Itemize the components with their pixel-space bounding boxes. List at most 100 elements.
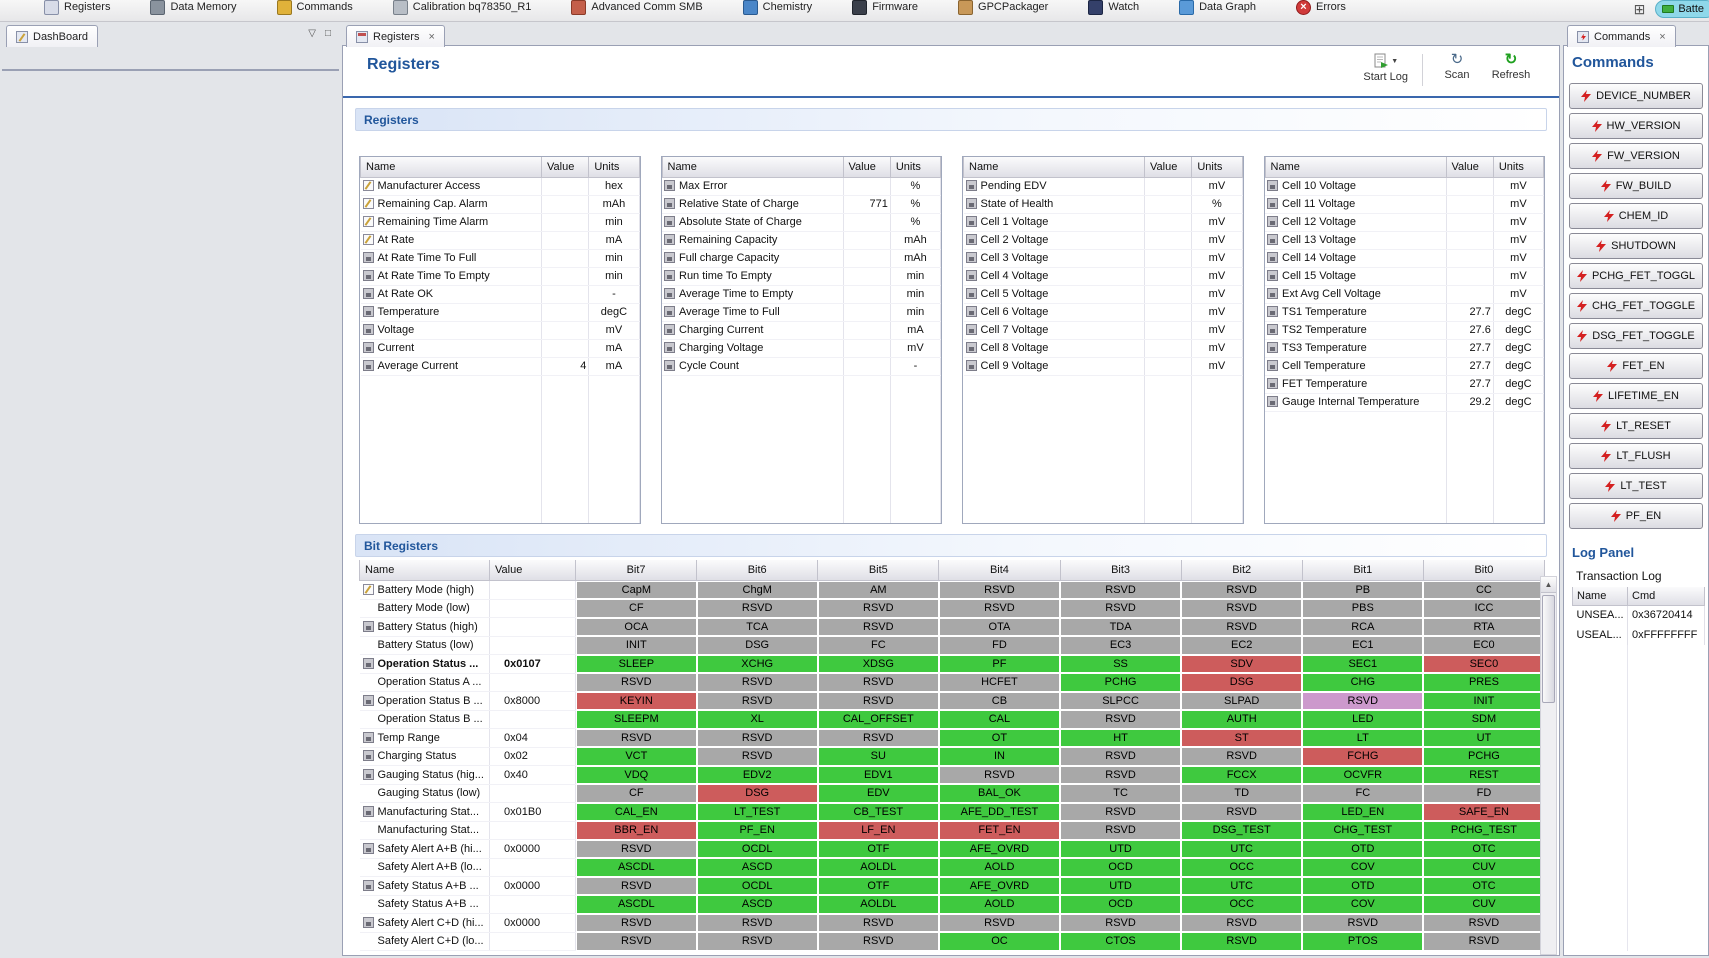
bit-cell-green[interactable]: REST: [1423, 766, 1544, 785]
register-row[interactable]: TS2 Temperature 27.6 degC: [1265, 321, 1545, 340]
bit-cell-gray[interactable]: CapM: [576, 580, 697, 599]
bit-cell-gray[interactable]: PBS: [1302, 599, 1423, 618]
bit-cell-green[interactable]: COV: [1302, 858, 1423, 877]
register-row[interactable]: Cell 2 Voltage mV: [963, 231, 1243, 250]
register-row[interactable]: Remaining Cap. Alarm mAh: [360, 195, 640, 214]
bit-cell-green[interactable]: OCDL: [697, 840, 818, 859]
bit-cell-gray[interactable]: RSVD: [939, 599, 1060, 618]
bit-cell-gray[interactable]: RSVD: [576, 932, 697, 951]
bit-cell-green[interactable]: EDV2: [697, 766, 818, 785]
close-tab-icon[interactable]: ×: [428, 31, 434, 43]
bit-cell-green[interactable]: PF_EN: [697, 821, 818, 840]
command-button-shutdown[interactable]: SHUTDOWN: [1569, 233, 1703, 259]
bit-cell-green[interactable]: OTC: [1423, 877, 1544, 896]
bit-cell-purple[interactable]: RSVD: [1302, 692, 1423, 711]
register-row[interactable]: Manufacturer Access hex: [360, 177, 640, 196]
bit-cell-green[interactable]: IN: [939, 747, 1060, 766]
toolbar-item[interactable]: Data Graph: [1179, 0, 1256, 21]
bit-cell-green[interactable]: SEC1: [1302, 655, 1423, 674]
bit-cell-green[interactable]: UTC: [1181, 840, 1302, 859]
bit-cell-gray[interactable]: RTA: [1423, 618, 1544, 637]
bit-cell-gray[interactable]: RSVD: [576, 914, 697, 933]
bit-cell-gray[interactable]: RSVD: [818, 914, 939, 933]
bit-cell-green[interactable]: INIT: [1423, 692, 1544, 711]
bit-cell-green[interactable]: DSG_TEST: [1181, 821, 1302, 840]
bit-cell-green[interactable]: PRES: [1423, 673, 1544, 692]
bit-cell-green[interactable]: OCVFR: [1302, 766, 1423, 785]
register-row[interactable]: State of Health %: [963, 195, 1243, 214]
register-row[interactable]: Relative State of Charge 771 %: [662, 195, 942, 214]
register-row[interactable]: TS3 Temperature 27.7 degC: [1265, 339, 1545, 358]
bit-cell-gray[interactable]: RSVD: [697, 747, 818, 766]
bit-cell-red[interactable]: DSG: [697, 784, 818, 803]
bit-cell-gray[interactable]: RSVD: [697, 599, 818, 618]
bit-cell-gray[interactable]: EC2: [1181, 636, 1302, 655]
bit-cell-gray[interactable]: RSVD: [1302, 914, 1423, 933]
bit-cell-green[interactable]: OTD: [1302, 840, 1423, 859]
close-tab-icon[interactable]: ×: [1659, 31, 1665, 43]
bit-cell-gray[interactable]: RSVD: [1060, 747, 1181, 766]
bit-cell-red[interactable]: KEYIN: [576, 692, 697, 711]
bit-cell-gray[interactable]: EC3: [1060, 636, 1181, 655]
bit-cell-green[interactable]: OC: [939, 932, 1060, 951]
bit-cell-gray[interactable]: RSVD: [818, 692, 939, 711]
bit-cell-green[interactable]: SLEEP: [576, 655, 697, 674]
bit-cell-red[interactable]: SDV: [1181, 655, 1302, 674]
bit-cell-green[interactable]: OCD: [1060, 858, 1181, 877]
register-row[interactable]: Cell 15 Voltage mV: [1265, 267, 1545, 286]
register-row[interactable]: Cell 3 Voltage mV: [963, 249, 1243, 268]
bit-cell-gray[interactable]: RSVD: [1181, 747, 1302, 766]
register-row[interactable]: Pending EDV mV: [963, 177, 1243, 196]
bit-register-row[interactable]: Gauging Status (low) CF DSG EDV BAL_OK TC TD F…: [359, 784, 1545, 803]
bit-cell-gray[interactable]: RSVD: [697, 914, 818, 933]
register-row[interactable]: Temperature degC: [360, 303, 640, 322]
register-row[interactable]: Charging Current mA: [662, 321, 942, 340]
bit-cell-green[interactable]: SS: [1060, 655, 1181, 674]
tab-dashboard[interactable]: DashBoard: [6, 25, 99, 47]
bit-cell-green[interactable]: CTOS: [1060, 932, 1181, 951]
toolbar-item[interactable]: Chemistry: [742, 0, 812, 21]
bit-cell-gray[interactable]: FC: [1302, 784, 1423, 803]
register-row[interactable]: Cell 5 Voltage mV: [963, 285, 1243, 304]
bit-register-row[interactable]: Operation Status B ... 0x8000 KEYIN RSVD R…: [359, 691, 1545, 711]
command-button-hw_version[interactable]: HW_VERSION: [1569, 113, 1703, 139]
bit-cell-green[interactable]: VCT: [576, 747, 697, 766]
register-row[interactable]: At Rate Time To Empty min: [360, 267, 640, 286]
toolbar-item[interactable]: Errors: [1295, 0, 1346, 21]
bit-cell-gray[interactable]: FC: [818, 636, 939, 655]
bit-cell-gray[interactable]: EC0: [1423, 636, 1544, 655]
command-button-chem_id[interactable]: CHEM_ID: [1569, 203, 1703, 229]
bit-cell-gray[interactable]: RSVD: [1181, 803, 1302, 822]
bit-cell-green[interactable]: XDSG: [818, 655, 939, 674]
scroll-up-icon[interactable]: ▲: [1541, 577, 1556, 593]
bit-cell-green[interactable]: LT: [1302, 729, 1423, 748]
bit-register-row[interactable]: Operation Status ... 0x0107 SLEEP XCHG XDS…: [359, 654, 1545, 674]
toolbar-item[interactable]: Data Memory: [150, 0, 237, 21]
register-row[interactable]: At Rate Time To Full min: [360, 249, 640, 268]
register-row[interactable]: Average Time to Empty min: [662, 285, 942, 304]
bit-cell-green[interactable]: FCCX: [1181, 766, 1302, 785]
bit-cell-gray[interactable]: TC: [1060, 784, 1181, 803]
bit-cell-green[interactable]: UTD: [1060, 840, 1181, 859]
bit-register-row[interactable]: Temp Range 0x04 RSVD RSVD RSVD OT HT ST LT UT: [359, 728, 1545, 748]
bit-cell-gray[interactable]: EC1: [1302, 636, 1423, 655]
bit-cell-green[interactable]: OCDL: [697, 877, 818, 896]
bit-cell-gray[interactable]: RSVD: [576, 729, 697, 748]
bit-cell-gray[interactable]: ICC: [1423, 599, 1544, 618]
bit-cell-green[interactable]: AUTH: [1181, 710, 1302, 729]
bit-cell-red[interactable]: SAFE_EN: [1423, 803, 1544, 822]
register-row[interactable]: Cell 13 Voltage mV: [1265, 231, 1545, 250]
bit-cell-green[interactable]: OTD: [1302, 877, 1423, 896]
bit-cell-gray[interactable]: SLPAD: [1181, 692, 1302, 711]
register-row[interactable]: Cell 9 Voltage mV: [963, 357, 1243, 376]
bit-cell-gray[interactable]: RSVD: [1060, 580, 1181, 599]
toolbar-item[interactable]: Watch: [1088, 0, 1139, 21]
register-row[interactable]: Cell 10 Voltage mV: [1265, 177, 1545, 196]
bit-cell-red[interactable]: SEC0: [1423, 655, 1544, 674]
bit-cell-gray[interactable]: RSVD: [818, 618, 939, 637]
bit-table-scrollbar[interactable]: ▲: [1540, 576, 1557, 955]
bit-cell-green[interactable]: AOLD: [939, 858, 1060, 877]
register-row[interactable]: Cell 6 Voltage mV: [963, 303, 1243, 322]
bit-cell-green[interactable]: CUV: [1423, 895, 1544, 914]
bit-cell-red[interactable]: FET_EN: [939, 821, 1060, 840]
